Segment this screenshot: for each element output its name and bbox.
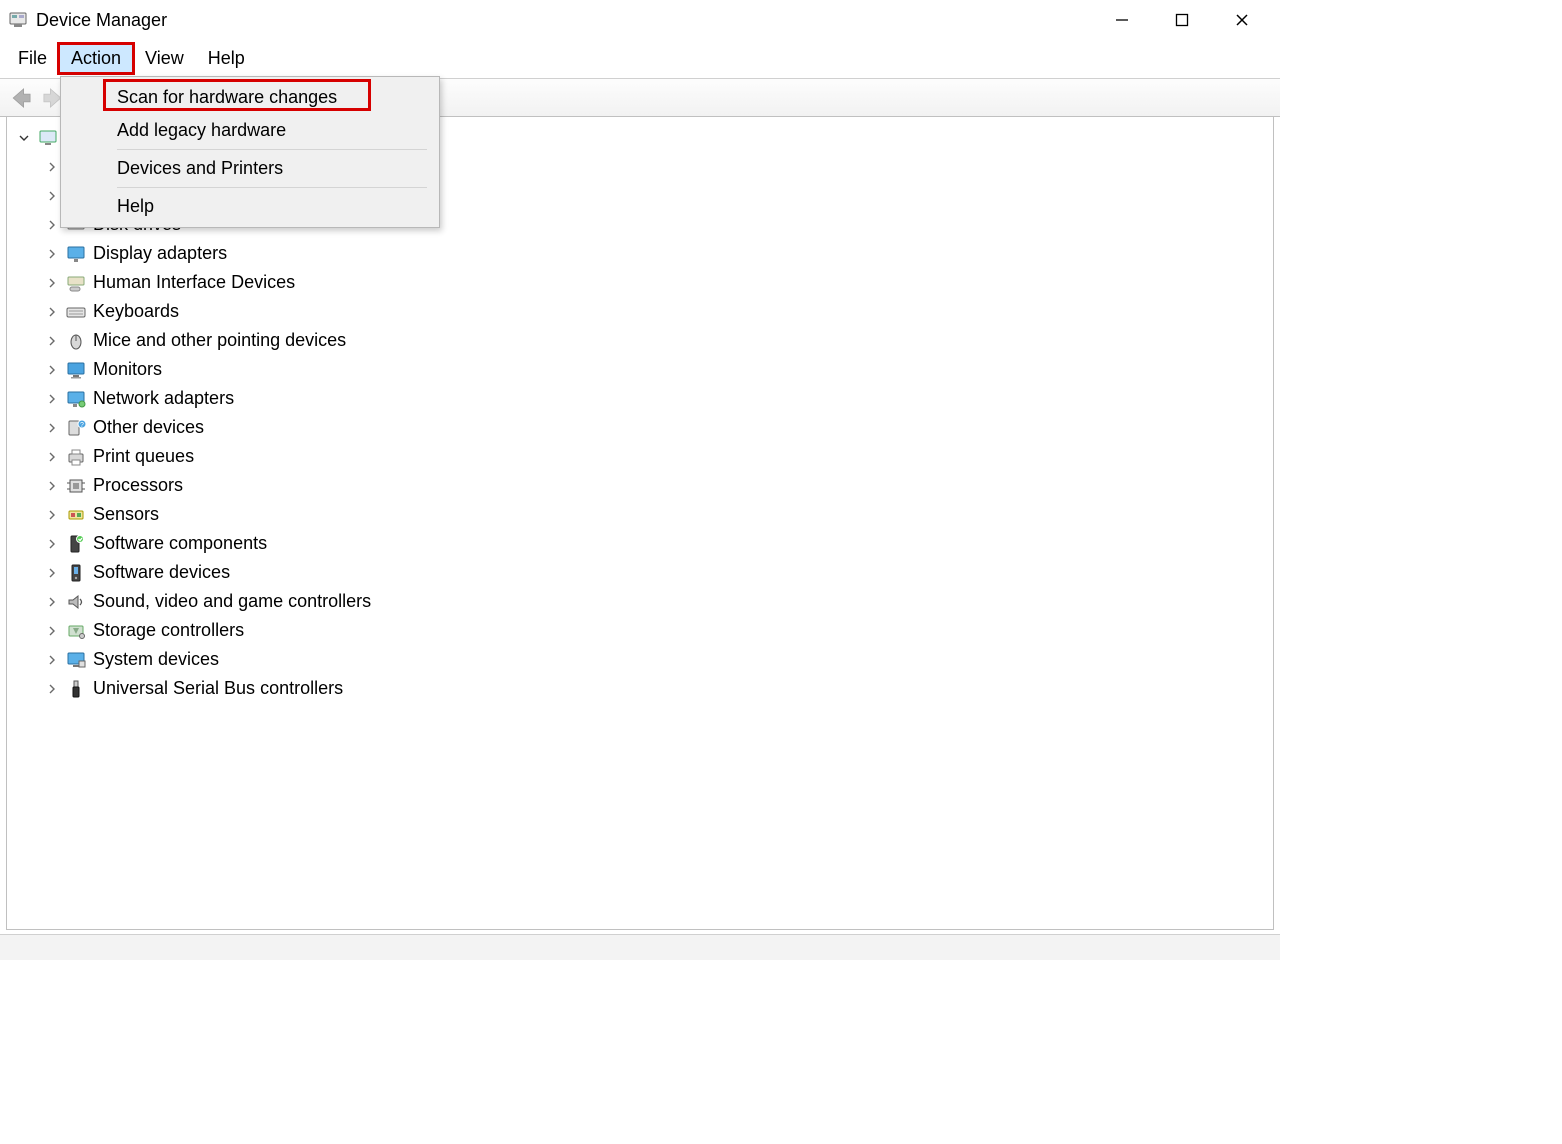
tree-item-label: Display adapters — [93, 239, 227, 268]
app-icon — [8, 10, 28, 30]
menu-action[interactable]: Action — [59, 44, 133, 73]
expand-icon[interactable] — [43, 506, 61, 524]
back-button[interactable] — [8, 85, 34, 111]
tree-item[interactable]: Sensors — [43, 500, 1269, 529]
expand-icon[interactable] — [43, 419, 61, 437]
expand-icon[interactable] — [43, 158, 61, 176]
tree-item[interactable]: Mice and other pointing devices — [43, 326, 1269, 355]
tree-item[interactable]: Monitors — [43, 355, 1269, 384]
expand-icon[interactable] — [43, 274, 61, 292]
titlebar: Device Manager — [0, 0, 1280, 40]
printer-icon — [65, 446, 87, 468]
tree-item-label: Human Interface Devices — [93, 268, 295, 297]
minimize-button[interactable] — [1092, 0, 1152, 40]
computer-icon — [37, 127, 59, 149]
storage-icon — [65, 620, 87, 642]
expand-icon[interactable] — [43, 622, 61, 640]
usb-icon — [65, 678, 87, 700]
tree-item-label: Keyboards — [93, 297, 179, 326]
network-icon — [65, 388, 87, 410]
monitor-icon — [65, 359, 87, 381]
tree-item-label: Network adapters — [93, 384, 234, 413]
tree-item-label: Software components — [93, 529, 267, 558]
tree-item-label: Storage controllers — [93, 616, 244, 645]
tree-item-label: Print queues — [93, 442, 194, 471]
menu-devices-printers[interactable]: Devices and Printers — [63, 152, 437, 185]
cpu-icon — [65, 475, 87, 497]
expand-icon[interactable] — [43, 651, 61, 669]
expand-icon[interactable] — [43, 680, 61, 698]
close-button[interactable] — [1212, 0, 1272, 40]
system-icon — [65, 649, 87, 671]
expand-icon[interactable] — [43, 216, 61, 234]
tree-item[interactable]: Software devices — [43, 558, 1269, 587]
tree-item-label: Other devices — [93, 413, 204, 442]
keyboard-icon — [65, 301, 87, 323]
tree-item-label: Sound, video and game controllers — [93, 587, 371, 616]
menu-scan-hardware[interactable]: Scan for hardware changes — [63, 81, 437, 114]
collapse-icon[interactable] — [15, 129, 33, 147]
tree-item-label: Software devices — [93, 558, 230, 587]
tree-item[interactable]: Display adapters — [43, 239, 1269, 268]
expand-icon[interactable] — [43, 535, 61, 553]
window-title: Device Manager — [36, 10, 167, 31]
device-tree-panel: CamerasComputerDisk drivesDisplay adapte… — [6, 116, 1274, 930]
tree-item-label: Mice and other pointing devices — [93, 326, 346, 355]
hid-icon — [65, 272, 87, 294]
expand-icon[interactable] — [43, 187, 61, 205]
menu-separator — [117, 187, 427, 188]
action-dropdown: Scan for hardware changes Add legacy har… — [60, 76, 440, 228]
tree-item[interactable]: ? Other devices — [43, 413, 1269, 442]
tree-item[interactable]: Network adapters — [43, 384, 1269, 413]
tree-item[interactable]: Sound, video and game controllers — [43, 587, 1269, 616]
svg-text:?: ? — [80, 422, 84, 429]
tree-item-label: Universal Serial Bus controllers — [93, 674, 343, 703]
tree-item-label: Processors — [93, 471, 183, 500]
tree-item-label: Sensors — [93, 500, 159, 529]
sound-icon — [65, 591, 87, 613]
tree-item-label: System devices — [93, 645, 219, 674]
expand-icon[interactable] — [43, 361, 61, 379]
tree-item[interactable]: Human Interface Devices — [43, 268, 1269, 297]
menu-view[interactable]: View — [133, 44, 196, 73]
expand-icon[interactable] — [43, 245, 61, 263]
menu-add-legacy[interactable]: Add legacy hardware — [63, 114, 437, 147]
sensor-icon — [65, 504, 87, 526]
tree-item[interactable]: Keyboards — [43, 297, 1269, 326]
tree-item[interactable]: Storage controllers — [43, 616, 1269, 645]
expand-icon[interactable] — [43, 390, 61, 408]
expand-icon[interactable] — [43, 477, 61, 495]
tree-item[interactable]: Software components — [43, 529, 1269, 558]
tree-item[interactable]: Print queues — [43, 442, 1269, 471]
tree-item[interactable]: Processors — [43, 471, 1269, 500]
menu-separator — [117, 149, 427, 150]
expand-icon[interactable] — [43, 448, 61, 466]
tree-item[interactable]: Universal Serial Bus controllers — [43, 674, 1269, 703]
menu-help[interactable]: Help — [196, 44, 257, 73]
menu-help[interactable]: Help — [63, 190, 437, 223]
tree-item[interactable]: System devices — [43, 645, 1269, 674]
expand-icon[interactable] — [43, 593, 61, 611]
statusbar — [0, 934, 1280, 960]
expand-icon[interactable] — [43, 303, 61, 321]
expand-icon[interactable] — [43, 564, 61, 582]
expand-icon[interactable] — [43, 332, 61, 350]
swcomp-icon — [65, 533, 87, 555]
maximize-button[interactable] — [1152, 0, 1212, 40]
display-icon — [65, 243, 87, 265]
menu-file[interactable]: File — [6, 44, 59, 73]
tree-item-label: Monitors — [93, 355, 162, 384]
other-icon: ? — [65, 417, 87, 439]
mouse-icon — [65, 330, 87, 352]
menubar: File Action View Help — [0, 40, 1280, 76]
swdev-icon — [65, 562, 87, 584]
